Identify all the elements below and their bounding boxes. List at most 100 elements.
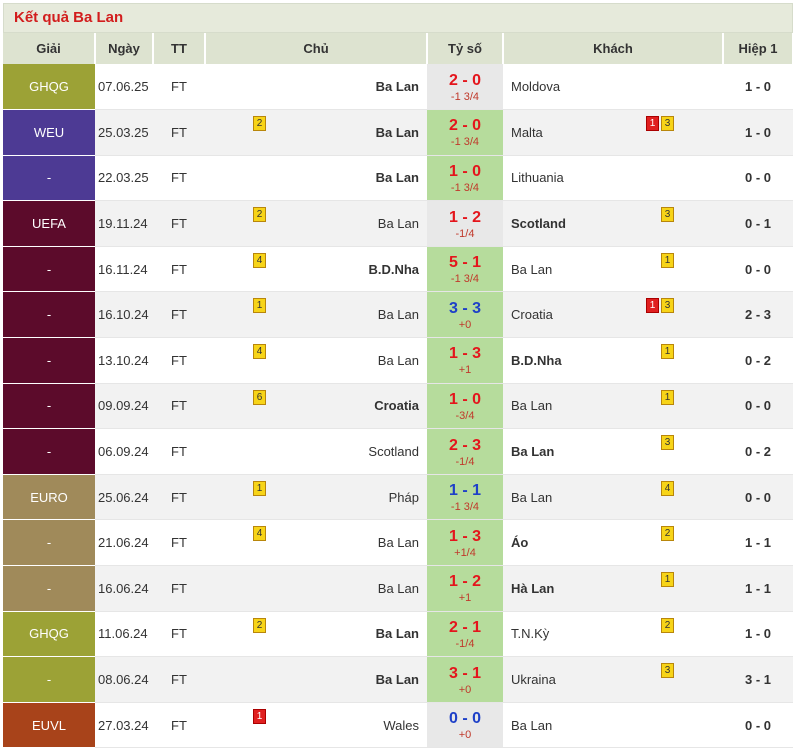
home-team-name[interactable]: Ba Lan xyxy=(378,216,419,231)
table-row[interactable]: -06.09.24 FT Scotland 2 - 3 -1/4 Ba Lan 3 0 - 2 xyxy=(3,428,793,475)
table-row[interactable]: -21.06.24 FT 4 Ba Lan 1 - 3 +1/4 Áo 2 1 - 1 xyxy=(3,519,793,567)
score-cell[interactable]: 1 - 2 -1/4 xyxy=(427,200,503,247)
home-team-name[interactable]: Ba Lan xyxy=(378,581,419,596)
handicap-value: +0 xyxy=(458,683,472,696)
home-team-name[interactable]: Ba Lan xyxy=(376,626,419,641)
score-cell[interactable]: 1 - 3 +1 xyxy=(427,337,503,384)
league-badge[interactable]: - xyxy=(3,565,95,612)
home-team-name[interactable]: Pháp xyxy=(389,490,419,505)
away-team-name[interactable]: Ba Lan xyxy=(511,718,552,733)
score-cell[interactable]: 3 - 3 +0 xyxy=(427,291,503,339)
league-badge[interactable]: - xyxy=(3,519,95,567)
table-row[interactable]: GHQG 07.06.25 FT Ba Lan 2 - 0 -1 3/4 Moldova 1 … xyxy=(3,64,793,111)
score-cell[interactable]: 5 - 1 -1 3/4 xyxy=(427,246,503,293)
score-cell[interactable]: 2 - 0 -1 3/4 xyxy=(427,64,503,111)
league-badge[interactable]: EURO xyxy=(3,474,95,521)
away-team-name[interactable]: B.D.Nha xyxy=(511,353,562,368)
handicap-value: -1/4 xyxy=(455,227,475,240)
away-team-name[interactable]: Hà Lan xyxy=(511,581,554,596)
halftime-score: 0 - 2 xyxy=(723,337,793,384)
score-cell[interactable]: 2 - 1 -1/4 xyxy=(427,611,503,658)
league-badge[interactable]: WEU xyxy=(3,109,95,156)
away-team-cell: T.N.Kỳ 2 xyxy=(503,611,723,658)
away-team-cell: Ba Lan 1 xyxy=(503,246,723,293)
away-team-name[interactable]: Malta xyxy=(511,125,543,140)
away-team-name[interactable]: Ba Lan xyxy=(511,262,552,277)
table-row[interactable]: GHQG 11.06.24 FT 2 Ba Lan 2 - 1 -1/4 T.N.Kỳ 2 1 -… xyxy=(3,611,793,658)
home-team-name[interactable]: Ba Lan xyxy=(378,307,419,322)
league-badge[interactable]: - xyxy=(3,656,95,703)
away-team-name[interactable]: T.N.Kỳ xyxy=(511,626,549,641)
table-row[interactable]: -16.11.24 FT 4 B.D.Nha 5 - 1 -1 3/4 Ba Lan 1 0 -… xyxy=(3,246,793,293)
home-team-name[interactable]: Scotland xyxy=(368,444,419,459)
league-badge[interactable]: GHQG xyxy=(3,611,95,658)
table-row[interactable]: -16.06.24 FT Ba Lan 1 - 2 +1 Hà Lan 1 1 - 1 xyxy=(3,565,793,612)
away-team-name[interactable]: Ba Lan xyxy=(511,444,554,459)
match-date: 19.11.24 xyxy=(95,200,153,247)
match-date: 08.06.24 xyxy=(95,656,153,703)
score-cell[interactable]: 0 - 0 +0 xyxy=(427,702,503,748)
away-team-name[interactable]: Croatia xyxy=(511,307,553,322)
score-cell[interactable]: 2 - 0 -1 3/4 xyxy=(427,109,503,156)
league-badge[interactable]: - xyxy=(3,428,95,475)
score-cell[interactable]: 1 - 3 +1/4 xyxy=(427,519,503,567)
away-team-cell: B.D.Nha 1 xyxy=(503,337,723,384)
yellow-card-icon: 1 xyxy=(253,480,266,496)
header-date[interactable]: Ngày xyxy=(95,33,154,64)
league-badge[interactable]: GHQG xyxy=(3,64,95,111)
home-team-name[interactable]: Ba Lan xyxy=(378,535,419,550)
home-team-name[interactable]: Ba Lan xyxy=(376,170,419,185)
home-team-name[interactable]: Croatia xyxy=(374,398,419,413)
score-cell[interactable]: 1 - 2 +1 xyxy=(427,565,503,612)
header-league[interactable]: Giải xyxy=(3,33,96,64)
full-time-score: 2 - 0 xyxy=(448,71,481,89)
home-team-name[interactable]: Ba Lan xyxy=(378,353,419,368)
score-cell[interactable]: 1 - 0 -1 3/4 xyxy=(427,155,503,202)
away-team-name[interactable]: Scotland xyxy=(511,216,566,231)
yellow-card-icon: 6 xyxy=(253,389,266,405)
header-home[interactable]: Chủ xyxy=(205,33,428,64)
away-team-name[interactable]: Ukraina xyxy=(511,672,556,687)
full-time-score: 3 - 1 xyxy=(448,664,481,682)
league-badge[interactable]: - xyxy=(3,291,95,339)
away-team-name[interactable]: Ba Lan xyxy=(511,490,552,505)
full-time-score: 1 - 0 xyxy=(448,162,481,180)
league-badge[interactable]: EUVL xyxy=(3,702,95,748)
away-team-cell: Ba Lan 3 xyxy=(503,428,723,475)
table-row[interactable]: -22.03.25 FT Ba Lan 1 - 0 -1 3/4 Lithuania 0 -… xyxy=(3,155,793,202)
league-badge[interactable]: - xyxy=(3,155,95,202)
header-away[interactable]: Khách xyxy=(503,33,724,64)
match-date: 25.03.25 xyxy=(95,109,153,156)
home-team-name[interactable]: Ba Lan xyxy=(376,672,419,687)
home-team-name[interactable]: Ba Lan xyxy=(376,125,419,140)
home-team-name[interactable]: B.D.Nha xyxy=(368,262,419,277)
league-badge[interactable]: - xyxy=(3,337,95,384)
score-cell[interactable]: 1 - 1 -1 3/4 xyxy=(427,474,503,521)
table-row[interactable]: -16.10.24 FT 1 Ba Lan 3 - 3 +0 Croatia 1 3 2 - 3 xyxy=(3,291,793,339)
match-date: 06.09.24 xyxy=(95,428,153,475)
league-badge[interactable]: UEFA xyxy=(3,200,95,247)
header-status[interactable]: TT xyxy=(153,33,206,64)
away-team-name[interactable]: Ba Lan xyxy=(511,398,552,413)
halftime-score: 0 - 0 xyxy=(723,246,793,293)
score-cell[interactable]: 2 - 3 -1/4 xyxy=(427,428,503,475)
match-date: 25.06.24 xyxy=(95,474,153,521)
table-row[interactable]: WEU 25.03.25 FT 2 Ba Lan 2 - 0 -1 3/4 Malta 1 3 1 … xyxy=(3,109,793,156)
league-badge[interactable]: - xyxy=(3,383,95,430)
table-row[interactable]: UEFA 19.11.24 FT 2 Ba Lan 1 - 2 -1/4 Scotland 3 0… xyxy=(3,200,793,247)
table-row[interactable]: -08.06.24 FT Ba Lan 3 - 1 +0 Ukraina 3 3 - 1 xyxy=(3,656,793,703)
score-cell[interactable]: 3 - 1 +0 xyxy=(427,656,503,703)
away-team-name[interactable]: Áo xyxy=(511,535,528,550)
home-team-name[interactable]: Wales xyxy=(383,718,419,733)
header-halftime[interactable]: Hiệp 1 xyxy=(723,33,794,64)
away-team-name[interactable]: Moldova xyxy=(511,79,560,94)
home-team-name[interactable]: Ba Lan xyxy=(376,79,419,94)
header-score[interactable]: Tỷ số xyxy=(427,33,504,64)
league-badge[interactable]: - xyxy=(3,246,95,293)
table-row[interactable]: EURO 25.06.24 FT 1 Pháp 1 - 1 -1 3/4 Ba Lan 4 0 -… xyxy=(3,474,793,521)
table-row[interactable]: EUVL 27.03.24 FT 1 Wales 0 - 0 +0 Ba Lan 0 - 0 xyxy=(3,702,793,748)
table-row[interactable]: -09.09.24 FT 6 Croatia 1 - 0 -3/4 Ba Lan 1 0 - 0 xyxy=(3,383,793,430)
away-team-name[interactable]: Lithuania xyxy=(511,170,564,185)
table-row[interactable]: -13.10.24 FT 4 Ba Lan 1 - 3 +1 B.D.Nha 1 0 - 2 xyxy=(3,337,793,384)
score-cell[interactable]: 1 - 0 -3/4 xyxy=(427,383,503,430)
